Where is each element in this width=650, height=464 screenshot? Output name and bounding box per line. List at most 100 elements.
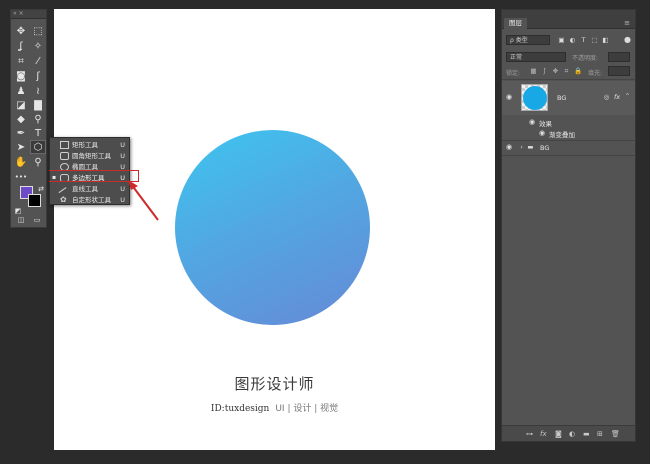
eraser-icon[interactable]: ◪ — [13, 98, 29, 112]
visibility-eye-icon[interactable]: ◉ — [506, 93, 512, 101]
filter-smart-object-icon[interactable]: ◧ — [602, 37, 609, 44]
opacity-field[interactable] — [608, 52, 630, 62]
quick-mask-icon[interactable]: ◫ — [15, 215, 27, 225]
gradient-overlay-eye-icon[interactable]: ◉ — [539, 129, 545, 137]
flyout-item-shortcut: U — [120, 152, 125, 160]
blend-row: 正常 不透明度: — [506, 52, 632, 63]
lock-position-icon[interactable]: ✥ — [552, 68, 559, 75]
layer-effects-row[interactable]: ◉ 效果 — [502, 117, 635, 128]
arrow-head — [128, 180, 138, 190]
gradient-icon[interactable]: ▇ — [30, 98, 46, 112]
layer-thumbnail — [521, 84, 548, 111]
rectangle-tool-icon — [60, 141, 69, 149]
group-name[interactable]: BG — [540, 144, 549, 152]
panel-menu-icon[interactable]: ≡ — [624, 19, 630, 27]
more-tools-icon[interactable]: ••• — [13, 170, 29, 184]
rounded-rectangle-tool-item[interactable]: 圆角矩形工具 U — [50, 151, 129, 161]
canvas-subline: ID:tuxdesign UI | 设计 | 视觉 — [54, 401, 495, 414]
group-eye-icon[interactable]: ◉ — [506, 143, 512, 151]
fill-field[interactable] — [608, 66, 630, 76]
tools-panel: « × ✥ ⬚ ʆ ✧ ⌗ ⁄ ◙ ʃ ♟ ≀ ◪ ▇ ◆ ⚲ ✒ T ➤ ⬡ ✋ ⚲ ••• ◩ ⇄ ◫ ▭ — [10, 9, 47, 228]
zoom-icon[interactable]: ⚲ — [30, 155, 46, 169]
pen-icon[interactable]: ✒ — [13, 126, 29, 140]
arrow-shaft — [130, 183, 159, 221]
add-fx-icon[interactable]: fx — [540, 430, 547, 438]
flyout-item-label: 矩形工具 — [72, 141, 98, 149]
filter-pixel-icon[interactable]: ▣ — [558, 37, 565, 44]
layers-separator — [502, 79, 635, 80]
lock-all-icon[interactable]: 🔒 — [574, 68, 582, 75]
lock-label: 锁定: — [506, 70, 521, 77]
layer-thumbnail-shape — [523, 86, 547, 110]
tab-layers[interactable]: 图层 — [504, 18, 527, 29]
adjustment-layer-icon[interactable]: ◐ — [569, 430, 575, 438]
layer-filter-row: ρ 类型 ▣ ◐ T ⬚ ◧ ● — [506, 35, 632, 46]
lock-paint-icon[interactable]: ʃ — [541, 68, 548, 75]
layers-panel-topbar[interactable] — [502, 10, 635, 17]
shape-tool-icon[interactable]: ⬡ — [30, 140, 46, 154]
magic-wand-icon[interactable]: ✧ — [30, 39, 46, 53]
new-layer-icon[interactable]: ⊞ — [597, 430, 603, 438]
flyout-item-label: 圆角矩形工具 — [72, 152, 111, 160]
gradient-overlay-row[interactable]: ◉ 渐变叠加 — [502, 128, 635, 139]
flyout-item-label: 自定形状工具 — [72, 196, 111, 204]
layers-tabbar: 图层 ≡ — [502, 17, 635, 29]
layer-link-icon: ◎ — [603, 93, 610, 101]
filter-adjustment-icon[interactable]: ◐ — [569, 37, 576, 44]
folder-icon: ▬ — [527, 143, 534, 151]
delete-layer-icon[interactable]: 🗑 — [611, 430, 620, 438]
marquee-icon[interactable]: ⬚ — [30, 24, 46, 38]
layer-name[interactable]: BG — [557, 94, 566, 102]
stamp-icon[interactable]: ♟ — [13, 84, 29, 98]
crop-icon[interactable]: ⌗ — [13, 54, 29, 68]
lasso-icon[interactable]: ʆ — [13, 39, 29, 53]
tools-panel-grip[interactable]: « × — [11, 10, 46, 19]
lock-pixels-icon[interactable]: ▦ — [530, 68, 537, 75]
rectangle-tool-item[interactable]: 矩形工具 U — [50, 140, 129, 150]
flyout-item-label: 直线工具 — [72, 185, 98, 193]
screen-mode-icon[interactable]: ▭ — [31, 215, 43, 225]
layer-row-bg-group[interactable]: ◉ › ▬ BG — [502, 141, 635, 154]
filter-type-select[interactable]: ρ 类型 — [506, 35, 550, 45]
blur-icon[interactable]: ◆ — [13, 112, 29, 126]
layer-row-bg-shape[interactable]: ◉ BG ◎ fx ⌃ — [502, 81, 635, 115]
flyout-item-shortcut: U — [120, 141, 125, 149]
filter-toggle-icon[interactable]: ● — [624, 36, 631, 44]
lock-artboard-icon[interactable]: ⌗ — [563, 68, 570, 75]
link-layers-icon[interactable]: ⊶ — [526, 430, 533, 438]
dodge-icon[interactable]: ⚲ — [30, 112, 46, 126]
filter-type-icon[interactable]: T — [580, 37, 587, 44]
gradient-overlay-label: 渐变叠加 — [549, 131, 575, 139]
swap-colors-icon[interactable]: ⇄ — [36, 184, 46, 194]
filter-shape-icon[interactable]: ⬚ — [591, 37, 598, 44]
document-canvas[interactable]: 图形设计师 ID:tuxdesign UI | 设计 | 视觉 — [54, 9, 495, 450]
healing-brush-icon[interactable]: ◙ — [13, 69, 29, 83]
line-tool-item[interactable]: 直线工具 U — [50, 184, 129, 199]
group-expand-icon[interactable]: › — [518, 144, 525, 151]
add-mask-icon[interactable]: ◙ — [555, 430, 562, 438]
type-icon[interactable]: T — [30, 126, 46, 140]
layers-panel: 图层 ≡ ρ 类型 ▣ ◐ T ⬚ ◧ ● 正常 不透明度: 锁定: ▦ ʃ ✥… — [501, 9, 636, 442]
gradient-circle — [175, 130, 370, 325]
hand-icon[interactable]: ✋ — [13, 155, 29, 169]
custom-shape-tool-item[interactable]: ✿ 自定形状工具 U — [50, 195, 129, 205]
red-arrow-annotation — [128, 180, 159, 221]
new-group-icon[interactable]: ▬ — [583, 430, 590, 438]
eyedropper-icon[interactable]: ⁄ — [30, 54, 46, 68]
path-select-icon[interactable]: ➤ — [13, 140, 29, 154]
background-color-swatch[interactable] — [28, 194, 41, 207]
move-icon[interactable]: ✥ — [13, 24, 29, 38]
blend-mode-select[interactable]: 正常 — [506, 52, 566, 62]
effects-eye-icon[interactable]: ◉ — [529, 118, 535, 126]
fill-label: 填充: — [588, 70, 603, 77]
collapse-effects-icon[interactable]: ⌃ — [624, 93, 631, 100]
rounded-rectangle-tool-icon — [60, 152, 69, 160]
history-brush-icon[interactable]: ≀ — [30, 84, 46, 98]
author-id: ID:tuxdesign — [210, 404, 270, 414]
opacity-label: 不透明度: — [572, 55, 599, 62]
custom-shape-tool-icon: ✿ — [60, 195, 67, 204]
brush-icon[interactable]: ʃ — [30, 69, 46, 83]
fx-badge[interactable]: fx — [614, 93, 620, 101]
layers-separator-3 — [502, 155, 635, 156]
canvas-title: 图形设计师 — [234, 375, 315, 393]
